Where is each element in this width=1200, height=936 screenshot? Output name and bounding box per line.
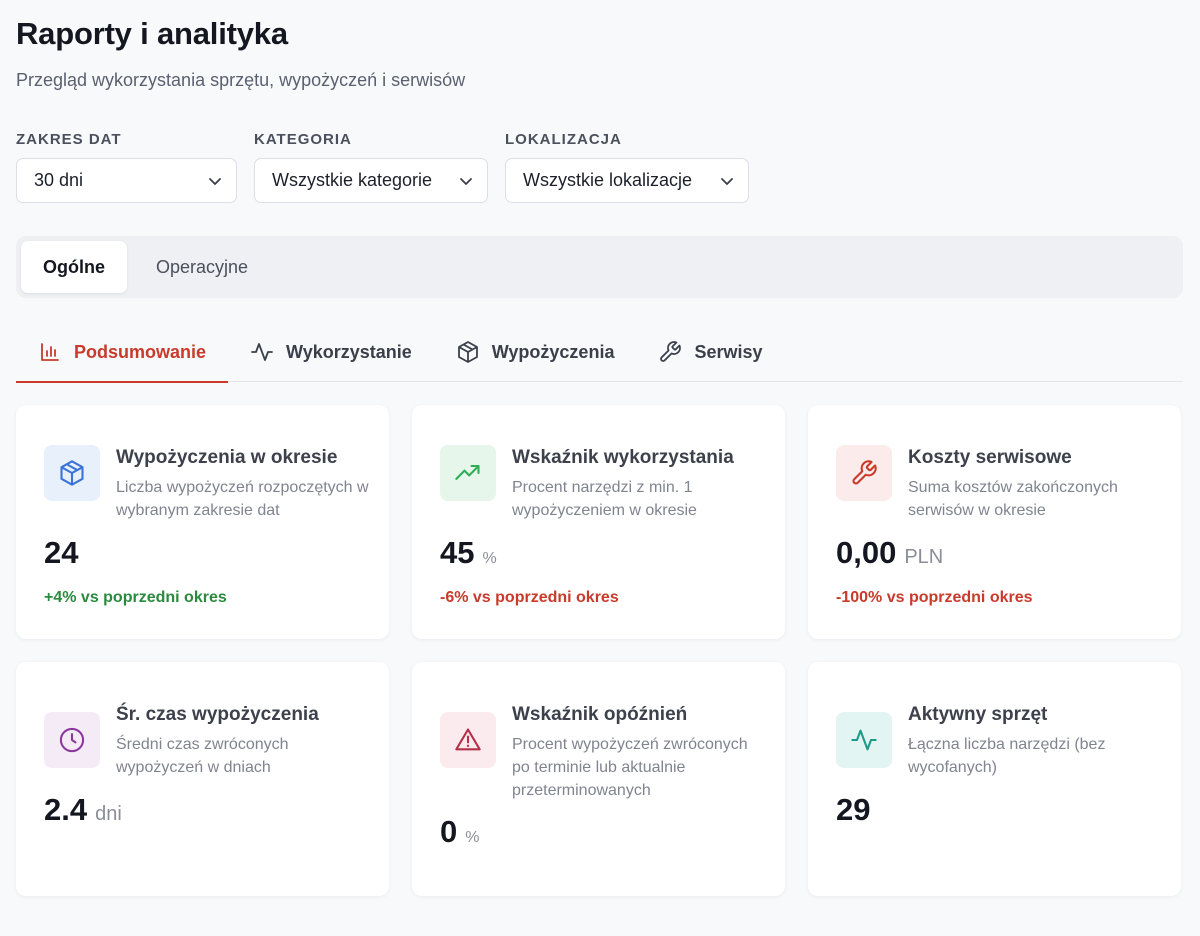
tab-label: Wypożyczenia (491, 341, 615, 362)
category-select[interactable]: Wszystkie kategorie (254, 158, 488, 203)
kpi-card-rentals: Wypożyczenia w okresie Liczba wypożyczeń… (16, 405, 389, 639)
tab-label: Wykorzystanie (286, 341, 412, 362)
kpi-card-avg-rental-time: Śr. czas wypożyczenia Średni czas zwróco… (16, 662, 389, 896)
activity-icon (251, 343, 273, 361)
segment-operational[interactable]: Operacyjne (132, 241, 272, 293)
view-segmented-control: Ogólne Operacyjne (16, 236, 1183, 298)
card-metric: 24 (44, 535, 78, 571)
card-description: Liczba wypożyczeń rozpoczętych w wybrany… (116, 479, 369, 519)
card-metric: 2.4 dni (44, 792, 122, 828)
chevron-down-icon (208, 174, 222, 188)
card-metric: 0,00 PLN (836, 535, 943, 571)
kpi-card-utilization: Wskaźnik wykorzystania Procent narzędzi … (412, 405, 785, 639)
trending-up-icon (440, 445, 496, 501)
card-title: Wskaźnik opóźnień (512, 704, 688, 725)
card-delta: -6% vs poprzedni okres (440, 589, 619, 606)
filter-label: ZAKRES DAT (16, 131, 122, 148)
filter-label: KATEGORIA (254, 131, 352, 148)
filter-label: LOKALIZACJA (505, 131, 622, 148)
select-value: 30 dni (34, 170, 84, 190)
filter-location: LOKALIZACJA Wszystkie lokalizacje (505, 130, 749, 203)
metric-value: 29 (836, 792, 871, 827)
card-title: Koszty serwisowe (908, 447, 1072, 468)
reports-page: Raporty i analityka Przegląd wykorzystan… (0, 0, 1200, 936)
card-delta: -100% vs poprzedni okres (836, 589, 1033, 606)
card-description: Łączna liczba narzędzi (bez wycofanych) (908, 736, 1106, 776)
date-range-select[interactable]: 30 dni (16, 158, 237, 203)
kpi-card-service-costs: Koszty serwisowe Suma kosztów zakończony… (808, 405, 1181, 639)
tab-label: Serwisy (694, 341, 763, 362)
metric-value: 0,00 (836, 535, 897, 570)
metric-value: 24 (44, 535, 79, 570)
card-description: Procent narzędzi z min. 1 wypożyczeniem … (512, 479, 697, 519)
metric-unit: dni (95, 803, 122, 825)
tab-services[interactable]: Serwisy (636, 322, 784, 382)
card-metric: 29 (836, 792, 870, 828)
metric-value: 45 (440, 535, 475, 570)
activity-icon (836, 712, 892, 768)
alert-triangle-icon (440, 712, 496, 768)
tab-label: Podsumowanie (74, 341, 207, 362)
card-title: Wypożyczenia w okresie (116, 447, 338, 468)
card-description: Procent wypożyczeń zwróconych po termini… (512, 736, 748, 799)
box-icon (44, 445, 100, 501)
filters-bar: ZAKRES DAT 30 dni KATEGORIA Wszystkie ka… (16, 130, 749, 203)
tab-summary[interactable]: Podsumowanie (16, 322, 229, 383)
metric-value: 2.4 (44, 792, 88, 827)
card-title: Wskaźnik wykorzystania (512, 447, 734, 468)
page-subtitle: Przegląd wykorzystania sprzętu, wypożycz… (16, 70, 466, 90)
filter-date-range: ZAKRES DAT 30 dni (16, 130, 237, 203)
bar-chart-icon (41, 343, 59, 361)
kpi-card-delay-rate: Wskaźnik opóźnień Procent wypożyczeń zwr… (412, 662, 785, 896)
segment-general[interactable]: Ogólne (21, 241, 127, 293)
card-title: Śr. czas wypożyczenia (116, 704, 319, 725)
report-tabs: Podsumowanie Wykorzystanie Wypożyczenia … (16, 322, 1183, 383)
page-title: Raporty i analityka (16, 16, 288, 51)
chevron-down-icon (720, 174, 734, 188)
card-description: Suma kosztów zakończonych serwisów w okr… (908, 479, 1118, 519)
box-icon (457, 341, 478, 363)
clock-icon (44, 712, 100, 768)
metric-unit: PLN (904, 546, 944, 568)
card-metric: 0 % (440, 814, 479, 850)
metric-unit: % (465, 829, 480, 846)
metric-unit: % (482, 550, 497, 567)
kpi-cards-grid: Wypożyczenia w okresie Liczba wypożyczeń… (16, 405, 1181, 896)
card-description: Średni czas zwróconych wypożyczeń w dnia… (116, 736, 289, 776)
tab-usage[interactable]: Wykorzystanie (228, 322, 434, 382)
chevron-down-icon (459, 174, 473, 188)
location-select[interactable]: Wszystkie lokalizacje (505, 158, 749, 203)
select-value: Wszystkie lokalizacje (523, 170, 693, 190)
card-metric: 45 % (440, 535, 497, 571)
wrench-icon (660, 341, 682, 362)
metric-value: 0 (440, 814, 458, 849)
card-title: Aktywny sprzęt (908, 704, 1048, 725)
wrench-icon (836, 445, 892, 501)
filter-category: KATEGORIA Wszystkie kategorie (254, 130, 488, 203)
tab-rentals[interactable]: Wypożyczenia (434, 322, 637, 382)
kpi-card-active-equipment: Aktywny sprzęt Łączna liczba narzędzi (b… (808, 662, 1181, 896)
card-delta: +4% vs poprzedni okres (44, 589, 227, 606)
select-value: Wszystkie kategorie (272, 170, 433, 190)
